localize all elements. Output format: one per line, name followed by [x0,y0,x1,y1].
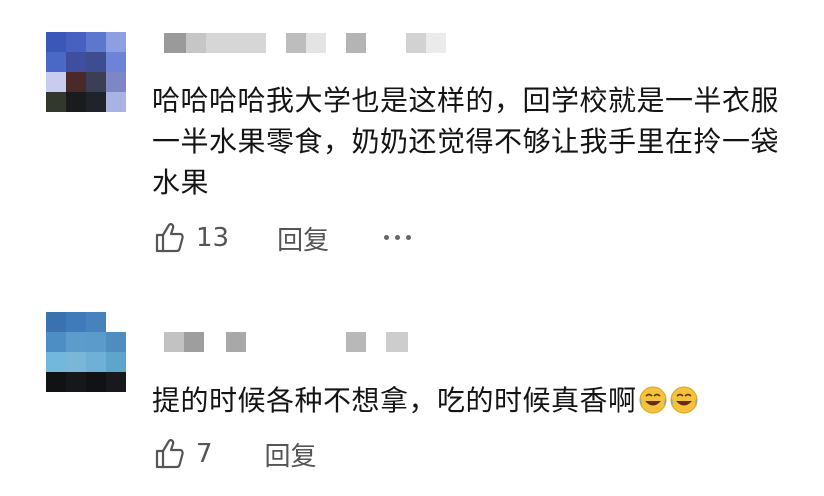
like-count: 7 [196,439,213,469]
reply-button[interactable]: 回复 [265,436,317,473]
like-button[interactable]: 13 [152,220,229,256]
comment-text: 哈哈哈哈我大学也是这样的，回学校就是一半衣服一半水果零食，奶奶还觉得不够让我手里… [152,84,780,199]
avatar[interactable] [46,32,126,112]
like-count: 13 [196,223,230,253]
thumbs-up-icon [155,439,184,469]
thumbs-up-icon [155,223,184,253]
comment-text-body: 提的时候各种不想拿，吃的时候真香啊 [152,384,637,417]
reply-button[interactable]: 回复 [277,220,329,257]
comment-item: 提的时候各种不想拿，吃的时候真香啊 7 回复 [0,280,824,496]
username-blurred[interactable] [164,33,446,53]
comment-actions: 7 回复 [152,434,552,474]
comment-item: 哈哈哈哈我大学也是这样的，回学校就是一半衣服一半水果零食，奶奶还觉得不够让我手里… [0,0,824,280]
laughing-crying-emoji [639,386,667,414]
comment-text: 提的时候各种不想拿，吃的时候真香啊 [152,380,792,421]
laughing-crying-emoji [670,386,698,414]
username-blurred[interactable] [164,332,408,352]
comment-actions: 13 回复 [152,218,792,258]
more-horizontal-icon[interactable] [384,235,411,240]
like-button[interactable]: 7 [152,436,213,472]
avatar[interactable] [46,312,126,392]
